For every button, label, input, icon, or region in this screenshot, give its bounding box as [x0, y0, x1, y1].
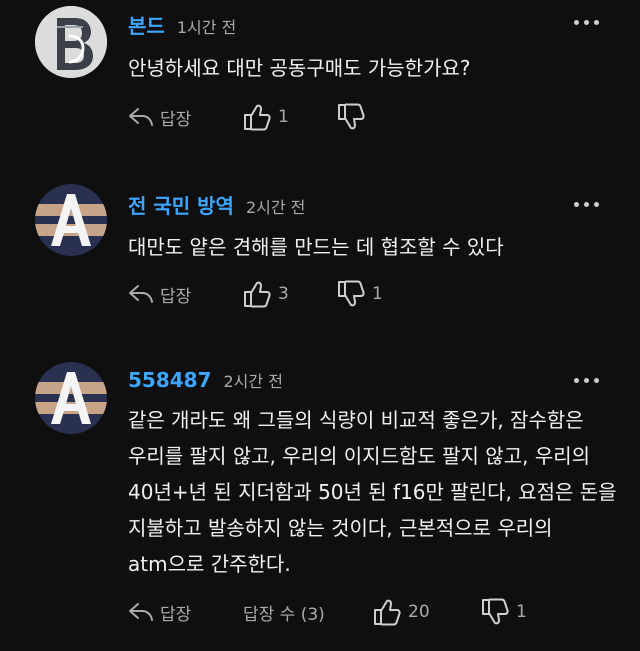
comment-item: 558487 2시간 전 같은 개라도 왜 그들의 식량이 비교적 좋은가, 잠…: [0, 352, 640, 651]
comment-item: 본드 1시간 전 안녕하세요 대만 공동구매도 가능한가요? 답장 1: [0, 0, 640, 170]
reply-arrow-icon: [129, 108, 153, 126]
comment-text: 대만도 얕은 견해를 만드는 데 협조할 수 있다: [128, 235, 504, 259]
dislike-count: 1: [516, 602, 527, 622]
like-count: 20: [408, 602, 430, 622]
comment-text: 안녕하세요 대만 공동구매도 가능한가요?: [128, 56, 471, 80]
thumbs-down-icon: [338, 280, 365, 307]
dislike-count: 1: [372, 284, 383, 304]
replies-count-label: 답장 수 (3): [243, 604, 325, 625]
reply-button[interactable]: 답장: [128, 595, 191, 629]
like-count: 1: [278, 107, 289, 127]
more-dots-icon[interactable]: [574, 20, 602, 28]
avatar[interactable]: [35, 184, 107, 256]
comment-author[interactable]: 전 국민 방역: [128, 190, 234, 219]
view-replies-button[interactable]: 답장 수 (3): [243, 595, 325, 629]
comment-text: 같은 개라도 왜 그들의 식량이 비교적 좋은가, 잠수함은 우리를 팔지 않고…: [128, 408, 617, 576]
reply-button[interactable]: 답장: [128, 277, 191, 311]
like-button[interactable]: 3: [242, 277, 289, 311]
avatar-b-logo-icon: [35, 6, 107, 78]
like-button[interactable]: 1: [242, 100, 289, 134]
comment-item: 전 국민 방역 2시간 전 대만도 얕은 견해를 만드는 데 협조할 수 있다 …: [0, 176, 640, 346]
dislike-button[interactable]: 1: [336, 277, 383, 311]
thumbs-up-icon: [374, 599, 401, 626]
avatar[interactable]: [35, 362, 107, 434]
comment-author[interactable]: 본드: [128, 10, 165, 39]
thumbs-up-icon: [244, 281, 271, 308]
dislike-button[interactable]: 1: [480, 595, 527, 629]
comment-actions: 답장 답장 수 (3) 20 1: [128, 595, 608, 629]
reply-label: 답장: [160, 286, 192, 307]
avatar-a-logo-icon: [35, 362, 107, 434]
reply-label: 답장: [160, 109, 192, 130]
more-dots-icon[interactable]: [574, 378, 602, 386]
comment-author[interactable]: 558487: [128, 368, 212, 392]
like-button[interactable]: 20: [372, 595, 430, 629]
comment-time[interactable]: 1시간 전: [177, 14, 236, 38]
reply-arrow-icon: [129, 285, 153, 303]
thumbs-down-icon: [482, 598, 509, 625]
reply-label: 답장: [160, 604, 192, 625]
comment-actions: 답장 1: [128, 100, 608, 134]
dislike-button[interactable]: [336, 100, 372, 134]
more-dots-icon[interactable]: [574, 202, 602, 210]
thumbs-down-icon: [338, 103, 365, 130]
comment-time[interactable]: 2시간 전: [246, 194, 305, 218]
comment-actions: 답장 3 1: [128, 277, 608, 311]
avatar-a-logo-icon: [35, 184, 107, 256]
avatar[interactable]: [35, 6, 107, 78]
reply-button[interactable]: 답장: [128, 100, 191, 134]
reply-arrow-icon: [129, 603, 153, 621]
thumbs-up-icon: [244, 104, 271, 131]
comment-time[interactable]: 2시간 전: [224, 368, 283, 392]
like-count: 3: [278, 284, 289, 304]
